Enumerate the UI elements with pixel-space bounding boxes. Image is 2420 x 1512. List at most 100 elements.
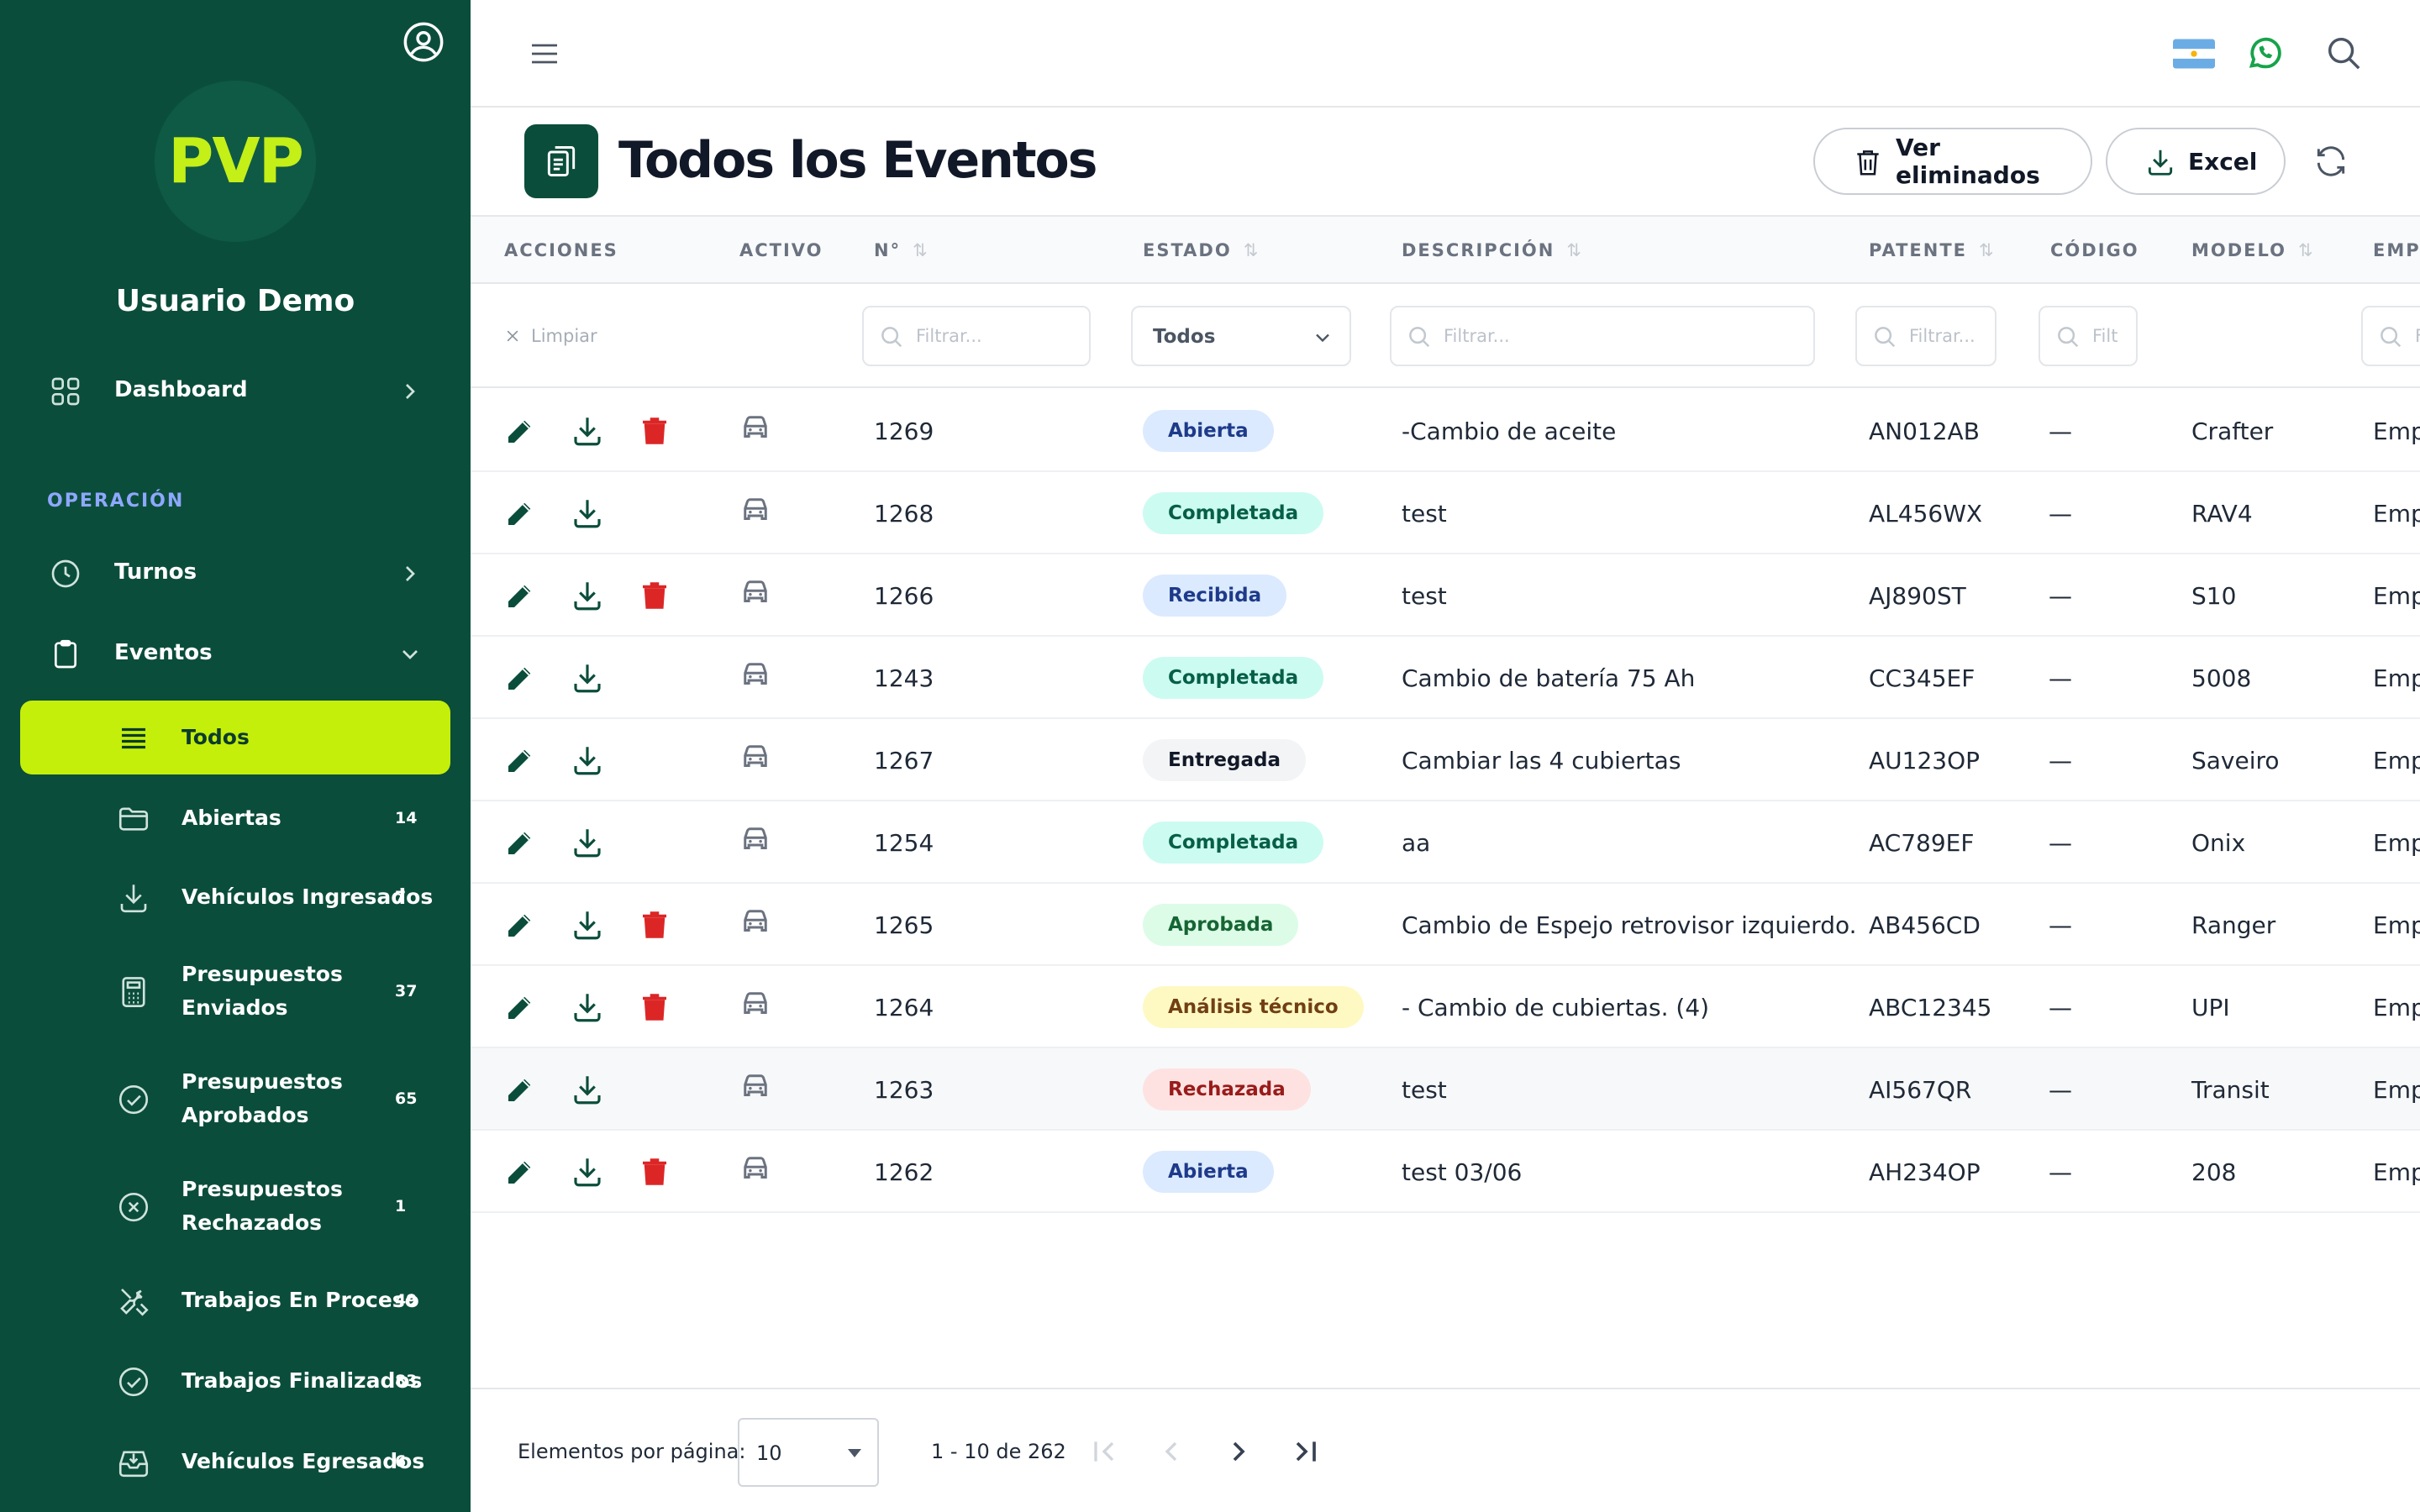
table-row[interactable]: 1269 Abierta -Cambio de aceite AN012AB — Craf… xyxy=(471,390,2420,472)
first-page-icon[interactable] xyxy=(1087,1435,1121,1468)
download-icon[interactable] xyxy=(570,825,605,860)
edit-icon[interactable] xyxy=(502,907,538,942)
col-patente[interactable]: PATENTE ⇅ xyxy=(1869,240,1996,260)
label-line: Enviados xyxy=(182,995,288,1020)
label-line: Presupuestos xyxy=(182,1177,343,1201)
sort-icon[interactable]: ⇅ xyxy=(2298,240,2315,260)
excel-export-button[interactable]: Excel xyxy=(2106,128,2286,195)
cell-descripcion: test 03/06 xyxy=(1402,1158,1523,1186)
cell-empresa: Emp xyxy=(2373,993,2420,1021)
table-row[interactable]: 1264 Análisis técnico - Cambio de cubierta… xyxy=(471,966,2420,1048)
delete-icon[interactable] xyxy=(637,907,672,942)
edit-icon[interactable] xyxy=(502,578,538,613)
table-row[interactable]: 1243 Completada Cambio de batería 75 Ah CC3… xyxy=(471,637,2420,719)
cell-codigo: — xyxy=(2049,911,2072,939)
argentina-flag-icon[interactable] xyxy=(2173,39,2215,69)
whatsapp-icon[interactable] xyxy=(2245,34,2284,72)
subnav-presupuestos-aprobados[interactable]: Presupuestos Aprobados 65 xyxy=(20,1062,450,1136)
download-icon[interactable] xyxy=(570,1154,605,1189)
hamburger-menu-icon[interactable] xyxy=(528,37,561,71)
download-icon[interactable] xyxy=(570,1072,605,1107)
delete-icon[interactable] xyxy=(637,990,672,1025)
download-icon[interactable] xyxy=(570,743,605,778)
sort-icon[interactable]: ⇅ xyxy=(1979,240,1996,260)
cell-patente: AN012AB xyxy=(1869,417,1980,445)
previous-page-icon[interactable] xyxy=(1155,1435,1188,1468)
table-row[interactable]: 1268 Completada test AL456WX — RAV4 Emp xyxy=(471,472,2420,554)
filter-estado-select[interactable]: Todos xyxy=(1131,306,1351,366)
subnav-presupuestos-aprobados-count: 65 xyxy=(395,1089,418,1108)
cell-patente: ABC12345 xyxy=(1869,993,1992,1021)
filter-codigo-input[interactable]: Filt xyxy=(2039,306,2138,366)
table-row[interactable]: 1266 Recibida test AJ890ST — S10 Emp xyxy=(471,554,2420,637)
subnav-abiertas[interactable]: Abiertas 14 xyxy=(20,781,450,855)
subnav-vehiculos-ingresados[interactable]: Vehículos Ingresados 7 xyxy=(20,860,450,934)
filter-empresa-input[interactable]: F xyxy=(2361,306,2420,366)
edit-icon[interactable] xyxy=(502,413,538,449)
download-icon[interactable] xyxy=(570,660,605,696)
col-estado[interactable]: ESTADO ⇅ xyxy=(1143,240,1260,260)
download-icon[interactable] xyxy=(570,496,605,531)
inbox-download-icon xyxy=(118,1451,149,1478)
nav-turnos[interactable]: Turnos xyxy=(0,538,471,606)
nav-dashboard[interactable]: Dashboard xyxy=(0,356,471,423)
subnav-todos[interactable]: Todos xyxy=(20,701,450,774)
edit-icon[interactable] xyxy=(502,743,538,778)
filter-descripcion-input[interactable]: Filtrar... xyxy=(1390,306,1815,366)
subnav-trabajos-finalizados[interactable]: Trabajos Finalizados 83 xyxy=(20,1344,450,1418)
table-row[interactable]: 1267 Entregada Cambiar las 4 cubiertas AU12… xyxy=(471,719,2420,801)
delete-icon[interactable] xyxy=(637,413,672,449)
cell-empresa: Emp xyxy=(2373,417,2420,445)
filter-numero-input[interactable]: Filtrar... xyxy=(862,306,1091,366)
user-name: Usuario Demo xyxy=(115,284,355,318)
filter-estado-value: Todos xyxy=(1153,326,1216,348)
table-row[interactable]: 1263 Rechazada test AI567QR — Transit Emp xyxy=(471,1048,2420,1131)
download-icon[interactable] xyxy=(570,907,605,942)
sort-icon[interactable]: ⇅ xyxy=(913,240,929,260)
cell-patente: AI567QR xyxy=(1869,1075,1972,1104)
delete-icon[interactable] xyxy=(637,1154,672,1189)
cell-estado: Análisis técnico xyxy=(1143,966,1364,1048)
edit-icon[interactable] xyxy=(502,496,538,531)
table-row[interactable]: 1265 Aprobada Cambio de Espejo retrovisor … xyxy=(471,884,2420,966)
status-badge: Abierta xyxy=(1143,1151,1274,1193)
delete-icon[interactable] xyxy=(637,578,672,613)
view-deleted-button[interactable]: Ver eliminados xyxy=(1813,128,2092,195)
col-numero[interactable]: N° ⇅ xyxy=(874,240,929,260)
edit-icon[interactable] xyxy=(502,990,538,1025)
filter-patente-input[interactable]: Filtrar... xyxy=(1855,306,1996,366)
subnav-presupuestos-rechazados[interactable]: Presupuestos Rechazados 1 xyxy=(20,1169,450,1243)
col-modelo[interactable]: MODELO ⇅ xyxy=(2191,240,2315,260)
chevron-down-icon xyxy=(402,650,418,659)
sort-icon[interactable]: ⇅ xyxy=(1244,240,1260,260)
col-descripcion[interactable]: DESCRIPCIÓN ⇅ xyxy=(1402,240,1583,260)
last-page-icon[interactable] xyxy=(1289,1435,1323,1468)
cell-codigo: — xyxy=(2049,993,2072,1021)
status-badge: Aprobada xyxy=(1143,904,1299,946)
table-row[interactable]: 1254 Completada aa AC789EF — Onix Emp xyxy=(471,801,2420,884)
subnav-presupuestos-enviados[interactable]: Presupuestos Enviados 37 xyxy=(20,954,450,1028)
table-row[interactable]: 1262 Abierta test 03/06 AH234OP — 208 Emp xyxy=(471,1131,2420,1213)
edit-icon[interactable] xyxy=(502,1154,538,1189)
download-icon[interactable] xyxy=(570,578,605,613)
search-icon[interactable] xyxy=(2324,34,2363,72)
edit-icon[interactable] xyxy=(502,825,538,860)
sort-icon[interactable]: ⇅ xyxy=(1566,240,1583,260)
edit-icon[interactable] xyxy=(502,660,538,696)
clear-filters-button[interactable]: Limpiar xyxy=(504,326,597,346)
cell-estado: Abierta xyxy=(1143,390,1274,472)
next-page-icon[interactable] xyxy=(1222,1435,1255,1468)
account-circle-icon[interactable] xyxy=(402,20,445,64)
cell-descripcion: aa xyxy=(1402,828,1431,857)
subnav-vehiculos-egresados[interactable]: Vehículos Egresados 6 xyxy=(20,1425,450,1499)
cell-patente: AC789EF xyxy=(1869,828,1975,857)
subnav-trabajos-en-proceso[interactable]: Trabajos En Proceso 49 xyxy=(20,1263,450,1337)
subnav-trabajos-finalizados-count: 83 xyxy=(395,1372,418,1390)
nav-eventos[interactable]: Eventos xyxy=(0,619,471,686)
per-page-select[interactable]: 10 xyxy=(738,1418,879,1487)
download-icon[interactable] xyxy=(570,413,605,449)
edit-icon[interactable] xyxy=(502,1072,538,1107)
download-icon[interactable] xyxy=(570,990,605,1025)
cell-modelo: 5008 xyxy=(2191,664,2252,692)
refresh-icon[interactable] xyxy=(2312,143,2349,180)
